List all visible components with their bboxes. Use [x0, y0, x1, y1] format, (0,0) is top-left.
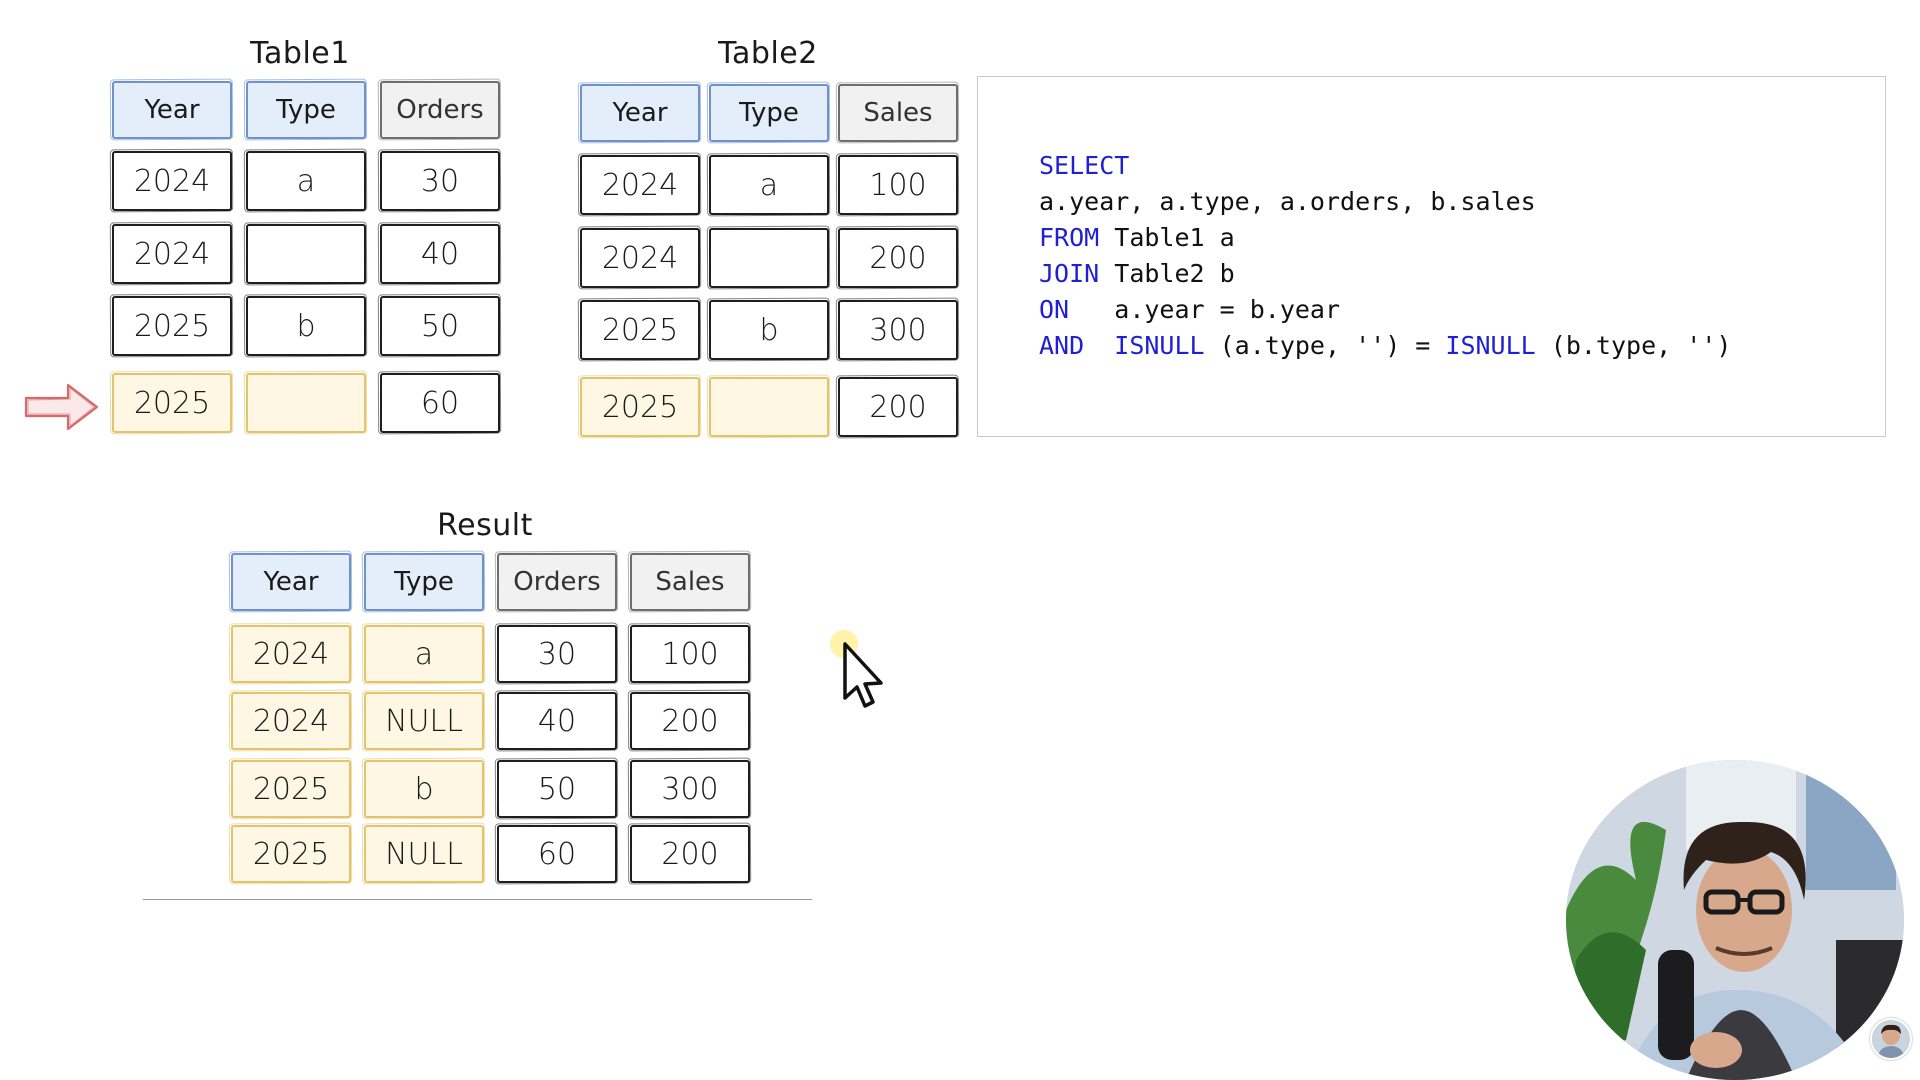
- result-header-year: Year: [231, 553, 351, 611]
- result-header-orders: Orders: [497, 553, 617, 611]
- sql-token: FROM: [1039, 223, 1100, 252]
- table2-cell-r4-year: 2025: [580, 377, 700, 437]
- result-cell-r4-year: 2025: [231, 825, 351, 883]
- sql-token: Table1 a: [1099, 223, 1235, 252]
- result-cell-r4-sales: 200: [630, 825, 750, 883]
- table2-cell-r2-year: 2024: [580, 228, 700, 288]
- table2-header-year: Year: [580, 84, 700, 142]
- table2-title: Table2: [718, 36, 818, 71]
- table2-cell-r1-type: a: [709, 155, 829, 215]
- table1-cell-r1-year: 2024: [112, 151, 232, 211]
- table1-cell-r2-orders: 40: [380, 224, 500, 284]
- table2-header-sales: Sales: [838, 84, 958, 142]
- channel-avatar: [1870, 1018, 1912, 1060]
- table1-cell-r3-year: 2025: [112, 296, 232, 356]
- sql-token: (a.type, '') =: [1204, 331, 1446, 360]
- result-cell-r1-type: a: [364, 625, 484, 683]
- table1-cell-r4-type: [246, 373, 366, 433]
- table1-header-orders: Orders: [380, 81, 500, 139]
- result-cell-r2-type: NULL: [364, 692, 484, 750]
- table1-cell-r4-orders: 60: [380, 373, 500, 433]
- result-cell-r2-sales: 200: [630, 692, 750, 750]
- table2-cell-r3-year: 2025: [580, 300, 700, 360]
- table1-cell-r1-orders: 30: [380, 151, 500, 211]
- table2-cell-r1-year: 2024: [580, 155, 700, 215]
- sql-token: ISNULL: [1114, 331, 1205, 360]
- table1-header-year: Year: [112, 81, 232, 139]
- result-cell-r3-orders: 50: [497, 760, 617, 818]
- table1-cell-r3-orders: 50: [380, 296, 500, 356]
- sql-token: (b.type, ''): [1535, 331, 1732, 360]
- sql-token: a.year = b.year: [1069, 295, 1341, 324]
- result-cell-r2-orders: 40: [497, 692, 617, 750]
- table2-cell-r1-sales: 100: [838, 155, 958, 215]
- sql-token: ON: [1039, 295, 1070, 324]
- result-cell-r1-orders: 30: [497, 625, 617, 683]
- table2-cell-r2-type: [709, 228, 829, 288]
- table1-cell-r4-year: 2025: [112, 373, 232, 433]
- sql-token: SELECT: [1039, 151, 1130, 180]
- sql-token: AND: [1039, 331, 1085, 360]
- table2-cell-r4-sales: 200: [838, 377, 958, 437]
- table2-header-type: Type: [709, 84, 829, 142]
- table1-cell-r1-type: a: [246, 151, 366, 211]
- mouse-pointer-icon: [830, 630, 883, 708]
- result-divider: [143, 899, 812, 900]
- result-header-type: Type: [364, 553, 484, 611]
- sql-token: ISNULL: [1445, 331, 1536, 360]
- result-cell-r2-year: 2024: [231, 692, 351, 750]
- table1-title: Table1: [250, 36, 350, 71]
- result-cell-r1-sales: 100: [630, 625, 750, 683]
- table1-header-type: Type: [246, 81, 366, 139]
- sql-token: a.year, a.type, a.orders, b.sales: [1039, 187, 1536, 216]
- presenter-webcam: [1566, 760, 1904, 1080]
- result-cell-r1-year: 2024: [231, 625, 351, 683]
- result-header-sales: Sales: [630, 553, 750, 611]
- result-cell-r3-type: b: [364, 760, 484, 818]
- result-cell-r3-sales: 300: [630, 760, 750, 818]
- table1-cell-r2-year: 2024: [112, 224, 232, 284]
- result-cell-r4-type: NULL: [364, 825, 484, 883]
- right-arrow-icon: [24, 383, 99, 431]
- sql-code: SELECT a.year, a.type, a.orders, b.sales…: [1039, 148, 1731, 364]
- table2-cell-r2-sales: 200: [838, 228, 958, 288]
- sql-token: JOIN: [1039, 259, 1100, 288]
- sql-token: Table2 b: [1099, 259, 1235, 288]
- result-cell-r3-year: 2025: [231, 760, 351, 818]
- table1-cell-r3-type: b: [246, 296, 366, 356]
- result-cell-r4-orders: 60: [497, 825, 617, 883]
- table2-cell-r4-type: [709, 377, 829, 437]
- result-title: Result: [437, 508, 533, 543]
- sql-code-panel: SELECT a.year, a.type, a.orders, b.sales…: [977, 76, 1886, 437]
- table2-cell-r3-sales: 300: [838, 300, 958, 360]
- table1-cell-r2-type: [246, 224, 366, 284]
- table2-cell-r3-type: b: [709, 300, 829, 360]
